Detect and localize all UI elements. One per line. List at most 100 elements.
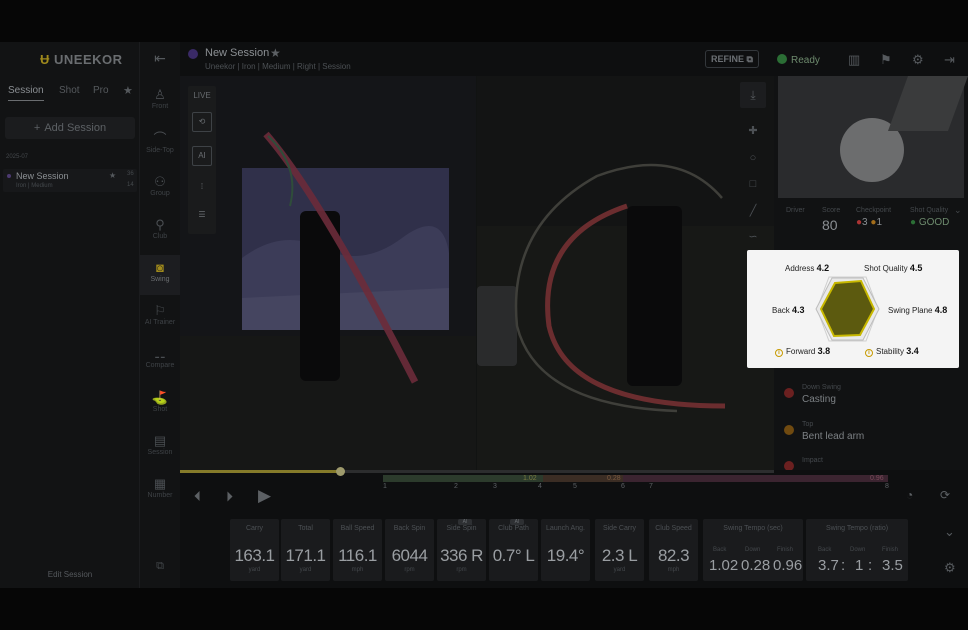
insight-value: Bent lead arm <box>802 431 865 442</box>
download-icon[interactable]: ⤓ <box>740 82 766 108</box>
info-icon[interactable]: i <box>865 349 873 357</box>
speed-icon[interactable]: ◔ <box>906 488 913 502</box>
rail-label-compare: Compare <box>145 362 175 369</box>
curve-tool-icon[interactable]: ∽ <box>740 230 766 243</box>
step-forward-icon[interactable]: ⏵ <box>226 488 233 505</box>
metric-carry[interactable]: Carry 163.1 yard <box>230 519 279 581</box>
title-star-icon[interactable]: ★ <box>270 46 281 60</box>
metric-value: 6044 <box>391 546 428 565</box>
checkpoint-values: ●3 ●1 <box>856 217 891 228</box>
rail-item-club[interactable]: ⚲ Club <box>140 212 180 252</box>
metric-unit: yard <box>248 567 261 573</box>
metric-club-path[interactable]: AI Club Path 0.7° L <box>489 519 538 581</box>
add-marker-icon[interactable]: ✚ <box>740 124 766 137</box>
video-left-view: LIVE ⟲ AI ⁞ ☰ <box>180 76 476 470</box>
feedback-icon[interactable]: ⚑ <box>880 52 892 68</box>
shot-summary-stats: Driver Score 80 Checkpoint ●3 ●1 Shot Qua… <box>774 204 968 248</box>
metric-unit: mph <box>351 567 364 573</box>
favorite-star-icon[interactable]: ★ <box>123 84 133 97</box>
checkpoint-stat: Checkpoint ●3 ●1 <box>856 207 891 228</box>
timeline-marker-7[interactable]: 7 <box>649 483 653 490</box>
circle-tool-icon[interactable]: ○ <box>740 152 766 164</box>
rail-item-front[interactable]: ♙ Front <box>140 82 180 122</box>
quality-value: GOOD <box>918 217 950 228</box>
forward-label: Forward <box>786 347 816 356</box>
rail-item-compare[interactable]: ⚋ Compare <box>140 341 180 381</box>
tab-pro[interactable]: Pro <box>93 85 109 96</box>
metric-value: 163.1 <box>234 546 275 565</box>
rail-item-session[interactable]: ▤ Session <box>140 428 180 468</box>
metric-label: Launch Ang. <box>546 525 585 532</box>
chevron-down-icon[interactable]: ⌄ <box>954 205 962 216</box>
edit-session-button[interactable]: Edit Session <box>0 570 140 579</box>
external-link-icon[interactable]: ⧉ <box>140 560 180 573</box>
scrub-handle[interactable] <box>336 467 346 476</box>
refine-button[interactable]: REFINE ⧉ <box>705 50 759 68</box>
playback-timeline: 1.02 0.28 0.96 1 2 3 4 5 6 7 8 ⏴ ⏵ ▶ ◔ ⟳ <box>180 467 968 516</box>
metric-swing-tempo-sec[interactable]: Swing Tempo (sec) Back Down Finish 1.02 … <box>703 519 803 581</box>
timeline-marker-8[interactable]: 8 <box>885 483 889 490</box>
impact-thumbnail[interactable] <box>778 76 968 198</box>
metric-value: 19.4° <box>546 546 585 565</box>
session-subtitle: Iron | Medium <box>16 183 53 189</box>
loop-icon[interactable]: ⟳ <box>940 488 950 502</box>
previous-frame-icon[interactable]: ⏴ <box>194 488 201 505</box>
rail-item-group[interactable]: ⚇ Group <box>140 169 180 209</box>
tab-session[interactable]: Session <box>8 85 44 101</box>
timeline-marker-2[interactable]: 2 <box>454 483 458 490</box>
metric-label: Club Path <box>498 525 529 532</box>
exit-icon[interactable]: ⇥ <box>944 52 955 68</box>
line-tool-icon[interactable]: ╱ <box>740 204 766 217</box>
replay-icon[interactable]: ⟲ <box>192 112 212 132</box>
footsteps-icon[interactable]: ⁞ <box>192 178 212 198</box>
insight-header: Down Swing <box>802 384 841 391</box>
rail-item-ai-trainer[interactable]: ⚐ AI Trainer <box>140 298 180 338</box>
session-dot-icon <box>7 174 11 178</box>
timeline-marker-3[interactable]: 3 <box>493 483 497 490</box>
metric-total[interactable]: Total 171.1 yard <box>281 519 330 581</box>
gear-icon[interactable]: ⚙ <box>912 52 924 68</box>
list-icon[interactable]: ☰ <box>192 206 212 226</box>
ai-badge: AI <box>510 519 524 525</box>
figure-front-icon: ♙ <box>154 87 166 102</box>
club-icon: ⚲ <box>155 217 165 232</box>
timeline-marker-1[interactable]: 1 <box>383 483 387 490</box>
report-icon[interactable]: ▥ <box>848 52 860 68</box>
metric-back-spin[interactable]: Back Spin 6044 rpm <box>385 519 434 581</box>
metric-launch-angle[interactable]: Launch Ang. 19.4° <box>541 519 590 581</box>
rail-item-shot[interactable]: ⛳ Shot <box>140 385 180 425</box>
metric-side-spin[interactable]: AI Side Spin 336 R rpm <box>437 519 486 581</box>
metric-side-carry[interactable]: Side Carry 2.3 L yard <box>595 519 644 581</box>
session-star-icon[interactable]: ★ <box>109 171 116 180</box>
camera-icon: ◙ <box>156 260 164 275</box>
rail-item-swing[interactable]: ◙ Swing <box>140 255 180 295</box>
logo-u-icon: Ʉ <box>40 52 50 67</box>
add-session-button[interactable]: + Add Session <box>5 117 135 139</box>
tempo-value-back: 1.02 <box>709 557 739 574</box>
rail-label-group: Group <box>150 190 170 197</box>
settings-gear-icon[interactable]: ⚙ <box>944 560 956 576</box>
session-list-item[interactable]: New Session Iron | Medium ★ 36 14 <box>3 169 137 192</box>
scrub-track[interactable] <box>180 467 774 476</box>
collapse-chevron-icon[interactable]: ⌄ <box>944 524 955 540</box>
square-tool-icon[interactable]: □ <box>740 178 766 190</box>
tab-shot[interactable]: Shot <box>59 85 80 96</box>
metric-ball-speed[interactable]: Ball Speed 116.1 mph <box>333 519 382 581</box>
ai-badge: AI <box>458 519 472 525</box>
metric-value: 171.1 <box>285 546 326 565</box>
swing-video-area[interactable]: LIVE ⟲ AI ⁞ ☰ ⤓ ✚ ○ □ ╱ ∽ <box>180 76 774 470</box>
info-icon[interactable]: i <box>775 349 783 357</box>
collapse-menu-icon[interactable]: ⇤ <box>140 50 180 67</box>
shot-metrics-bar: Carry 163.1 yard Total 171.1 yard Ball Speed… <box>180 516 968 588</box>
shot-icon: ⛳ <box>151 390 169 405</box>
timeline-marker-5[interactable]: 5 <box>573 483 577 490</box>
timeline-marker-4[interactable]: 4 <box>538 483 542 490</box>
compare-icon: ⚋ <box>154 346 166 361</box>
metric-swing-tempo-ratio[interactable]: Swing Tempo (ratio) Back Down Finish 3.7… <box>806 519 908 581</box>
timeline-marker-6[interactable]: 6 <box>621 483 625 490</box>
metric-club-speed[interactable]: Club Speed 82.3 mph <box>649 519 698 581</box>
rail-item-number[interactable]: ▦ Number <box>140 471 180 511</box>
rail-item-side-top[interactable]: ⌒ Side-Top <box>140 126 180 166</box>
play-icon[interactable]: ▶ <box>258 486 271 506</box>
ai-button[interactable]: AI <box>192 146 212 166</box>
